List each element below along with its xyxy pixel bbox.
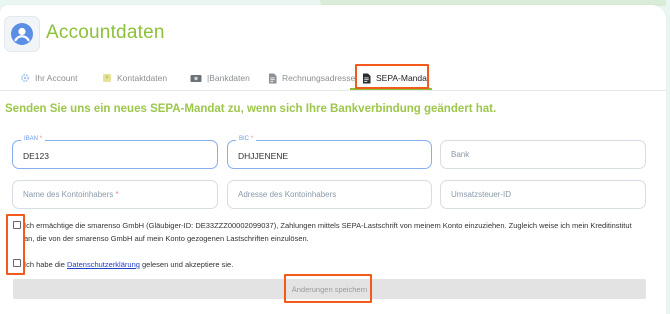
money-icon — [190, 74, 202, 83]
document-icon — [362, 73, 371, 84]
sepa-mandate-checkbox[interactable] — [13, 221, 21, 229]
document-icon — [268, 73, 277, 84]
iban-field[interactable]: IBAN * DE123 — [12, 136, 218, 169]
tab-ihr-account[interactable]: Ihr Account — [20, 69, 78, 87]
save-changes-button[interactable]: Änderungen speichern — [13, 279, 646, 299]
tab-divider — [0, 90, 666, 91]
tab-rechnungsadresse[interactable]: Rechnungsadresse — [268, 69, 355, 87]
tab-label: Kontaktdaten — [117, 73, 168, 83]
tab-label: Ihr Account — [35, 73, 78, 83]
contact-card-icon — [102, 73, 112, 83]
tab-sepa-mandat[interactable]: SEPA-Mandat — [362, 69, 429, 87]
account-holder-name-field[interactable]: Name des Kontoinhabers * — [12, 180, 218, 209]
bic-field[interactable]: BIC * DHJJENENE — [227, 136, 432, 169]
sepa-headline: Senden Sie uns ein neues SEPA-Mandat zu,… — [5, 103, 497, 115]
tab-label: Rechnungsadresse — [282, 73, 356, 83]
page-title: Accountdaten — [46, 22, 165, 43]
tab-kontaktdaten[interactable]: Kontaktdaten — [102, 69, 167, 87]
privacy-checkbox[interactable] — [13, 259, 21, 267]
gear-icon — [20, 73, 30, 83]
account-header-icon — [4, 16, 40, 52]
tab-label: |Bankdaten — [207, 73, 250, 83]
privacy-policy-link[interactable]: Datenschutzerklärung — [67, 260, 140, 269]
vat-id-field[interactable]: Umsatzsteuer-ID — [440, 180, 646, 209]
tab-bankdaten[interactable]: |Bankdaten — [190, 69, 250, 87]
tab-label: SEPA-Mandat — [376, 73, 430, 83]
tab-bar: Ihr Account Kontaktdaten |Bankdaten Rech… — [0, 64, 666, 90]
sepa-mandate-text: Ich ermächtige die smarenso GmbH (Gläubi… — [24, 221, 632, 243]
bank-field[interactable]: Bank — [440, 140, 646, 169]
user-circle-icon — [11, 23, 33, 45]
privacy-consent-text: Ich habe die Datenschutzerklärung gelese… — [24, 260, 234, 269]
account-holder-address-field[interactable]: Adresse des Kontoinhabers — [227, 180, 432, 209]
